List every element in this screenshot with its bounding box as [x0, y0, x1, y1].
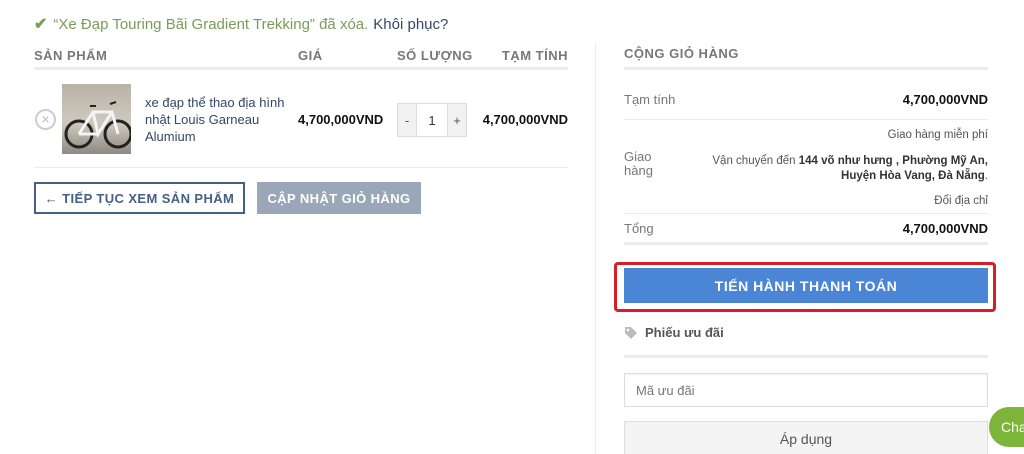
quantity-stepper: - 1 + — [397, 103, 467, 137]
column-divider — [595, 44, 596, 454]
column-product: SẢN PHẨM — [34, 48, 108, 63]
update-cart-button[interactable]: CẬP NHẬT GIỎ HÀNG — [257, 182, 421, 214]
remove-item-button[interactable]: × — [35, 109, 56, 130]
total-divider — [624, 242, 988, 245]
column-price: GIÁ — [298, 48, 323, 63]
coupon-heading: Phiếu ưu đãi — [624, 325, 988, 358]
cart-totals-title: CỘNG GIỎ HÀNG — [624, 46, 988, 70]
total-label: Tổng — [624, 221, 654, 236]
checkout-button[interactable]: TIẾN HÀNH THANH TOÁN — [624, 268, 988, 303]
total-row: Tổng 4,700,000VND — [624, 214, 988, 242]
item-price: 4,700,000VND — [298, 112, 384, 127]
chat-button[interactable]: Cha — [989, 407, 1024, 447]
shipping-destination: Vận chuyển đến 144 võ như hưng , Phường … — [712, 155, 988, 182]
item-subtotal: 4,700,000VND — [482, 112, 568, 127]
restore-link[interactable]: Khôi phục? — [373, 16, 448, 33]
shipping-free-text: Giao hàng miễn phí — [887, 129, 988, 141]
removed-notice: ✔ “Xe Đạp Touring Bãi Gradient Trekking”… — [34, 14, 448, 34]
coupon-code-input[interactable] — [624, 373, 988, 407]
subtotal-row: Tạm tính 4,700,000VND — [624, 70, 988, 120]
shipping-row: Giao hàng miễn phí Giao hàng Vận chuyển … — [624, 120, 988, 214]
column-subtotal: TẠM TÍNH — [501, 48, 568, 63]
continue-shopping-button[interactable]: ← TIẾP TỤC XEM SẢN PHẨM — [34, 182, 245, 214]
change-address-link[interactable]: Đổi địa chỉ — [934, 195, 988, 207]
product-name-link[interactable]: xe đạp thể thao địa hình nhật Louis Garn… — [145, 94, 290, 145]
apply-coupon-button[interactable]: Áp dụng — [624, 421, 988, 454]
subtotal-value: 4,700,000VND — [902, 92, 988, 107]
column-quantity: SỐ LƯỢNG — [397, 48, 473, 63]
cart-table-header: SẢN PHẨM GIÁ SỐ LƯỢNG TẠM TÍNH — [34, 46, 568, 70]
shipping-label: Giao hàng — [624, 149, 653, 178]
tag-icon — [624, 326, 638, 343]
quantity-input[interactable]: 1 — [416, 104, 448, 136]
cart-item-row: × xe đạp thể thao địa hình nhật Louis Ga… — [34, 70, 568, 168]
coupon-title: Phiếu ưu đãi — [645, 325, 724, 340]
subtotal-label: Tạm tính — [624, 92, 676, 107]
quantity-decrease-button[interactable]: - — [398, 104, 416, 136]
check-icon: ✔ — [34, 16, 48, 33]
notice-message: “Xe Đạp Touring Bãi Gradient Trekking” đ… — [53, 15, 369, 33]
total-value: 4,700,000VND — [902, 221, 988, 236]
product-thumbnail[interactable] — [62, 84, 131, 154]
quantity-increase-button[interactable]: + — [448, 104, 466, 136]
shipping-address: 144 võ như hưng , Phường Mỹ An, Huyện Hò… — [798, 155, 988, 182]
